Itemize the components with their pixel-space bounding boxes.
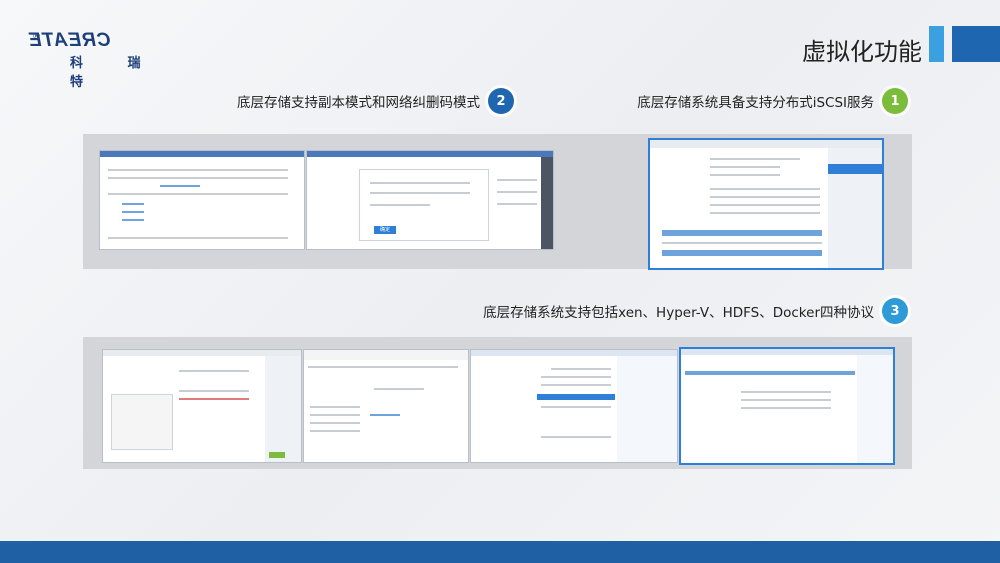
feature-3-number: 3 (882, 298, 908, 324)
feature-2-number: 2 (488, 88, 514, 114)
company-logo: ® CREATE 科 瑞 特 (28, 30, 168, 90)
screenshot-storage-console: 确定 (306, 150, 554, 250)
window-titlebar (304, 350, 468, 360)
dialog-confirm-button[interactable]: 确定 (374, 226, 396, 234)
feature-1-text: 底层存储系统具备支持分布式iSCSI服务 (637, 95, 874, 111)
iscsi-sidebar (828, 148, 882, 268)
screenshot-panel-1: 确定 (83, 134, 912, 270)
title-accent-block (929, 26, 944, 62)
feature-1-number: 1 (882, 88, 908, 114)
logo-wordmark: CREATE (28, 30, 111, 51)
screenshot-docker (102, 349, 302, 463)
footer-bar (0, 541, 1000, 563)
dialog-box: 确定 (359, 169, 489, 241)
feature-2-text: 底层存储支持副本模式和网络纠删码模式 (237, 95, 480, 111)
feature-1: 底层存储系统具备支持分布式iSCSI服务 1 (637, 88, 908, 114)
screenshot-xen (679, 347, 895, 465)
window-titlebar (307, 151, 553, 157)
page-title: 虚拟化功能 (802, 38, 922, 66)
screenshot-hyperv (470, 349, 678, 463)
feature-3-text: 底层存储系统支持包括xen、Hyper-V、HDFS、Docker四种协议 (483, 305, 874, 321)
screenshot-iscsi-manager (648, 138, 884, 270)
screenshot-panel-2 (83, 337, 912, 469)
logo-chinese: 科 瑞 特 (70, 56, 161, 90)
window-titlebar (100, 151, 304, 157)
window-titlebar (650, 140, 882, 148)
screenshot-replica-table (99, 150, 305, 250)
feature-2: 底层存储支持副本模式和网络纠删码模式 2 (237, 88, 514, 114)
screenshot-hdfs (303, 349, 469, 463)
feature-3: 底层存储系统支持包括xen、Hyper-V、HDFS、Docker四种协议 3 (483, 298, 908, 324)
title-brand-block (952, 26, 1000, 62)
